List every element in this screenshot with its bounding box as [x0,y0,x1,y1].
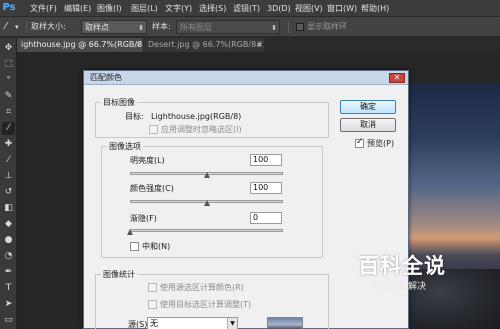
menu-3d[interactable]: 3D(D) [267,0,291,17]
image-statistics-title: 图像统计 [101,269,137,280]
watermark-title: 百科全说 [358,254,446,278]
dialog-title: 匹配颜色 [90,73,122,82]
dodge-tool-icon[interactable]: ◔ [2,250,15,263]
menu-window[interactable]: 窗口(W) [327,0,357,17]
menu-file[interactable]: 文件(F) [30,0,57,17]
menu-image[interactable]: 图像(I) [97,0,122,17]
fade-slider-track[interactable] [130,229,283,232]
path-selection-tool-icon[interactable]: ➤ [2,298,15,311]
sample-size-label: 取样大小: [31,22,66,31]
history-brush-tool-icon[interactable]: ↺ [2,186,15,199]
tab-label: Desert.jpg @ 66.7%(RGB/8#) [148,40,264,49]
pen-tool-icon[interactable]: ✒ [2,266,15,279]
use-source-selection-label: 使用源选区计算颜色(R) [160,283,244,292]
source-select[interactable]: 无 ▼ [147,317,238,329]
marquee-tool-icon[interactable]: ⬚ [2,58,15,71]
image-options-group: 图像选项 明亮度(L) 100 颜色强度(C) 100 渐隐(F) 0 中和(N… [101,141,323,258]
preview-checkbox[interactable] [355,137,364,148]
lasso-tool-icon[interactable]: ᐤ [2,74,15,87]
blur-tool-icon[interactable]: ● [2,234,15,247]
chevron-down-icon: ▼ [227,318,237,329]
tab-lighthouse[interactable]: ighthouse.jpg @ 66.7%(RGB/8#) × [17,38,143,52]
healing-brush-tool-icon[interactable]: ✚ [2,138,15,151]
source-value: 无 [150,319,158,328]
options-divider [288,21,289,33]
sample-label: 样本: [152,22,171,31]
tool-preset-arrow-icon[interactable]: ▾ [15,17,19,37]
menu-type[interactable]: 文字(Y) [165,0,192,17]
crop-tool-icon[interactable]: ⌗ [2,106,15,119]
brush-tool-icon[interactable]: ⁄ [2,154,15,167]
shape-tool-icon[interactable]: ▭ [2,314,15,327]
close-icon[interactable]: ✕ [389,73,405,83]
sample-size-select[interactable]: 取样点 ⬍ [81,20,147,34]
fade-input[interactable]: 0 [250,212,282,224]
show-sampling-ring-label: 显示取样环 [307,22,347,31]
image-options-title: 图像选项 [107,141,143,152]
options-bar: ⁄ ▾ 取样大小: 取样点 ⬍ 样本: 所有图层 ⬍ 显示取样环 [0,17,500,37]
quick-select-tool-icon[interactable]: ✎ [2,90,15,103]
menu-help[interactable]: 帮助(H) [361,0,389,17]
sample-size-value: 取样点 [85,23,109,32]
paint-bucket-tool-icon[interactable]: ◆ [2,218,15,231]
ignore-selection-checkbox[interactable] [149,125,158,134]
sample-value: 所有图层 [180,23,212,32]
cancel-button[interactable]: 取消 [340,118,396,132]
luminance-input[interactable]: 100 [250,154,282,166]
color-intensity-input[interactable]: 100 [250,182,282,194]
chevron-down-icon: ⬍ [271,24,277,32]
color-intensity-label: 颜色强度(C) [130,184,174,193]
use-target-selection-checkbox[interactable] [148,300,157,309]
clone-stamp-tool-icon[interactable]: ⊥ [2,170,15,183]
fade-slider-thumb[interactable] [127,229,133,235]
target-image-group: 目标图像 目标: Lighthouse.jpg(RGB/8) 应用调整时忽略选区… [95,97,329,138]
document-tab-bar: ighthouse.jpg @ 66.7%(RGB/8#) × Desert.j… [17,38,500,52]
chevron-down-icon: ⬍ [138,24,144,32]
ok-button[interactable]: 确定 [340,100,396,114]
luminance-slider-thumb[interactable] [203,172,210,178]
options-divider [26,21,27,33]
move-tool-icon[interactable]: ✥ [2,42,15,55]
menu-select[interactable]: 选择(S) [199,0,226,17]
watermark-subtitle: 助你轻松解决 [372,282,427,292]
fade-label: 渐隐(F) [130,214,157,223]
color-intensity-slider-thumb[interactable] [203,200,210,206]
target-image-title: 目标图像 [101,97,137,108]
target-value: Lighthouse.jpg(RGB/8) [151,112,242,121]
type-tool-icon[interactable]: T [2,282,15,295]
dialog-titlebar[interactable]: 匹配颜色 ✕ [84,71,408,85]
use-source-selection-checkbox[interactable] [148,283,157,292]
watermark: 百科全说 助你轻松解决 [340,250,480,300]
tools-panel: ✥ ⬚ ᐤ ✎ ⌗ ⁄ ✚ ⁄ ⊥ ↺ ◧ ◆ ● ◔ ✒ T ➤ ▭ [0,38,17,329]
show-sampling-ring-checkbox[interactable] [296,23,304,31]
menu-layer[interactable]: 图层(L) [131,0,158,17]
photoshop-logo: Ps [2,2,16,13]
menu-filter[interactable]: 滤镜(T) [233,0,260,17]
menu-view[interactable]: 视图(V) [295,0,323,17]
close-icon[interactable]: × [256,38,263,52]
menu-edit[interactable]: 编辑(E) [64,0,91,17]
eyedropper-tool-icon[interactable]: ⁄ [2,122,15,135]
eyedropper-icon[interactable]: ⁄ [5,17,7,37]
menu-bar: Ps 文件(F) 编辑(E) 图像(I) 图层(L) 文字(Y) 选择(S) 滤… [0,0,500,17]
source-preview-thumbnail [267,317,303,329]
tab-label: ighthouse.jpg @ 66.7%(RGB/8#) [21,40,143,49]
close-icon[interactable]: × [135,38,142,52]
eraser-tool-icon[interactable]: ◧ [2,202,15,215]
ignore-selection-label: 应用调整时忽略选区(I) [161,125,242,134]
preview-label: 预览(P) [367,139,395,148]
tab-desert[interactable]: Desert.jpg @ 66.7%(RGB/8#) × [144,38,264,52]
neutralize-checkbox[interactable] [130,242,139,251]
use-target-selection-label: 使用目标选区计算调整(T) [160,300,252,309]
sample-select[interactable]: 所有图层 ⬍ [176,20,280,34]
luminance-label: 明亮度(L) [130,156,165,165]
neutralize-label: 中和(N) [142,242,171,251]
target-label: 目标: [125,112,144,121]
